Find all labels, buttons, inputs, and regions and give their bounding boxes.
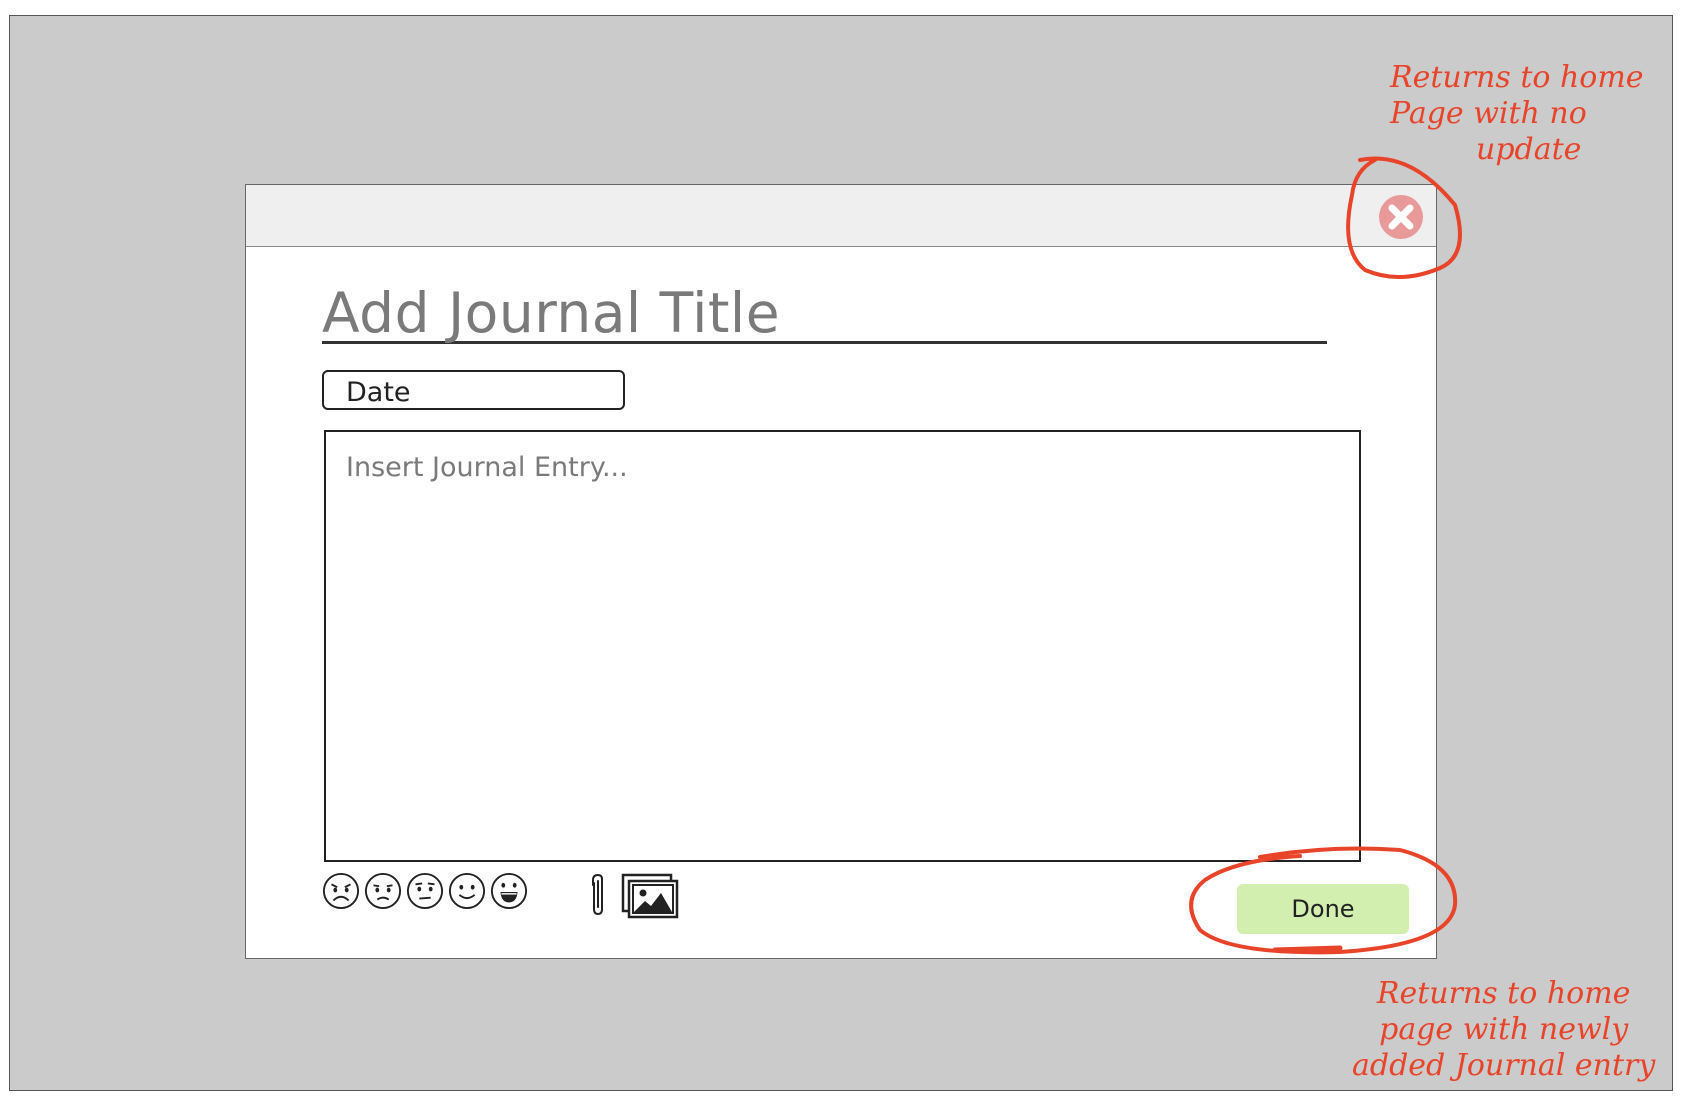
close-note-line: update	[1476, 132, 1582, 167]
journal-entry-textarea[interactable]: Insert Journal Entry...	[324, 430, 1361, 862]
done-button[interactable]: Done	[1237, 884, 1409, 934]
close-annotation-note: Returns to home Page with no update	[1390, 60, 1644, 168]
sad-face-icon[interactable]	[364, 872, 402, 910]
close-circle-icon	[1379, 195, 1423, 239]
paperclip-icon[interactable]	[586, 873, 610, 917]
close-button[interactable]	[1377, 193, 1425, 241]
done-note-line: Returns to home	[1376, 976, 1631, 1011]
date-label: Date	[346, 377, 411, 408]
journal-modal: Add Journal Title Date Insert Journal En…	[245, 184, 1437, 959]
close-note-line: Page with no	[1390, 96, 1587, 131]
modal-header	[246, 185, 1436, 247]
journal-title-placeholder: Add Journal Title	[322, 281, 781, 345]
journal-entry-placeholder: Insert Journal Entry...	[346, 452, 628, 483]
grin-face-icon[interactable]	[490, 872, 528, 910]
done-note-line: added Journal entry	[1352, 1048, 1656, 1083]
mood-selector	[322, 872, 528, 914]
neutral-face-icon[interactable]	[406, 872, 444, 910]
smile-face-icon[interactable]	[448, 872, 486, 910]
date-field[interactable]: Date	[322, 370, 625, 410]
very-sad-face-icon[interactable]	[322, 872, 360, 910]
image-gallery-icon[interactable]	[621, 873, 681, 921]
done-note-line: page with newly	[1379, 1012, 1629, 1047]
journal-title-input[interactable]: Add Journal Title	[322, 281, 1327, 345]
close-note-line: Returns to home	[1390, 60, 1644, 95]
done-annotation-note: Returns to home page with newly added Jo…	[1352, 976, 1655, 1084]
